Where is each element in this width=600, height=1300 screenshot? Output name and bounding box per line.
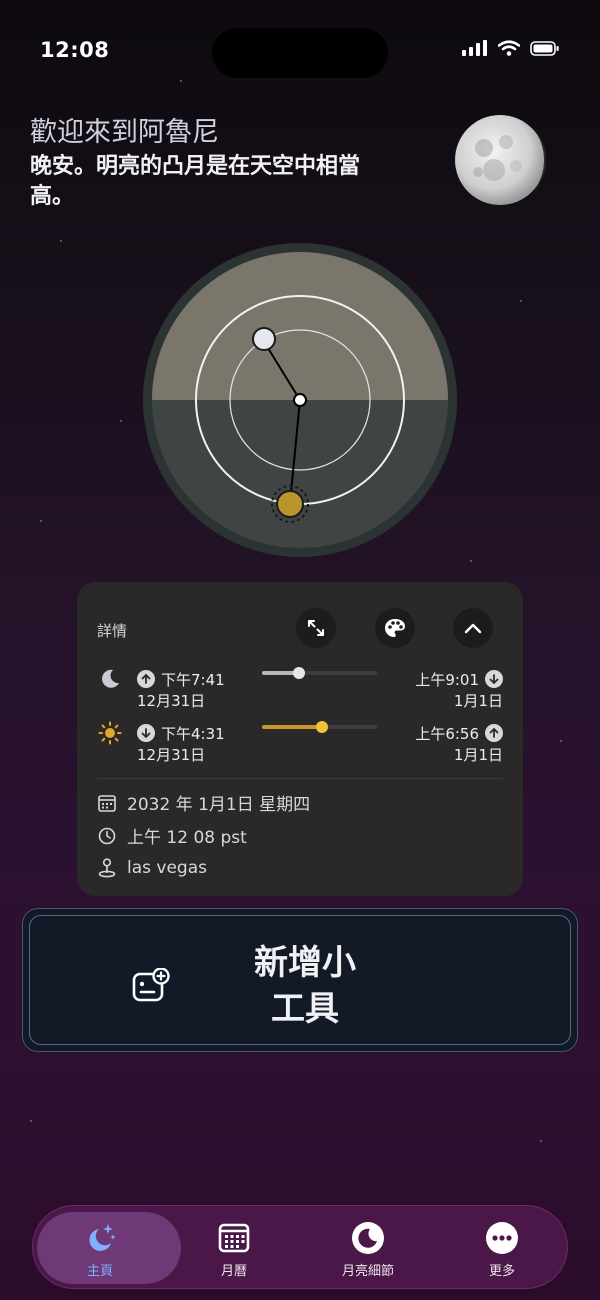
location-row: las vegas	[97, 858, 207, 878]
tab-label: 主頁	[86, 1264, 113, 1279]
sunrise-date: 1月1日	[453, 746, 503, 764]
sunset-time: 下午4:31	[161, 725, 225, 743]
tab-home[interactable]: 主頁	[33, 1206, 181, 1290]
add-widget-label: 新增小工具	[254, 943, 356, 1029]
sun-progress-fill	[262, 725, 322, 729]
status-time: 12:08	[40, 38, 110, 62]
moon-stars-icon	[83, 1221, 117, 1255]
add-widget-inner: 新增小工具	[29, 915, 571, 1045]
tab-label: 更多	[488, 1264, 515, 1279]
moon-position-marker	[252, 327, 276, 351]
location-pin-icon	[97, 858, 117, 878]
moonrise-date: 12月31日	[137, 692, 206, 710]
moon-progress-track	[262, 667, 377, 679]
details-card: 詳情 下午7:41 12月31日 上午9:01 1月1日 下午4:31 12月3…	[77, 582, 523, 896]
moon-phase-image[interactable]	[454, 114, 546, 206]
arrow-up-icon	[485, 724, 503, 742]
tab-moon-detail[interactable]: 月亮細節	[301, 1206, 435, 1290]
palette-icon	[385, 619, 405, 637]
moonset-time: 上午9:01	[415, 671, 479, 689]
dynamic-island	[212, 28, 388, 78]
sun-progress-track	[262, 721, 377, 733]
tab-bar: 主頁 月曆 月亮細節 更多	[32, 1205, 568, 1289]
theme-button[interactable]	[375, 608, 415, 648]
arrow-down-icon	[485, 670, 503, 688]
sunset-date: 12月31日	[137, 746, 206, 764]
add-widget-icon	[132, 968, 170, 1002]
wifi-icon	[498, 40, 520, 56]
expand-icon	[308, 620, 324, 636]
moon-progress-knob	[292, 667, 305, 679]
details-title: 詳情	[97, 622, 128, 640]
arrow-up-icon	[137, 670, 155, 688]
current-date: 2032 年 1月1日 星期四	[127, 795, 311, 815]
clock-icon	[97, 826, 117, 846]
add-widget-button[interactable]: 新增小工具	[22, 908, 578, 1052]
sun-progress-knob	[315, 721, 328, 733]
collapse-button[interactable]	[453, 608, 493, 648]
page-title: 歡迎來到阿魯尼	[30, 117, 219, 148]
date-row: 2032 年 1月1日 星期四	[97, 790, 310, 815]
signal-icon	[462, 40, 487, 56]
current-time: 上午 12 08 pst	[127, 828, 247, 848]
moon-icon	[97, 666, 123, 692]
expand-button[interactable]	[296, 608, 336, 648]
more-icon	[485, 1221, 519, 1255]
calendar-icon	[217, 1221, 251, 1255]
battery-icon	[530, 40, 559, 56]
sky-dial	[143, 243, 457, 557]
moon-detail-icon	[351, 1221, 385, 1255]
moonrise-time: 下午7:41	[161, 671, 225, 689]
calendar-icon	[97, 793, 117, 813]
divider	[97, 778, 503, 779]
status-icons	[462, 40, 560, 56]
time-row: 上午 12 08 pst	[97, 823, 247, 848]
moon-summary: 晚安。明亮的凸月是在天空中相當高。	[30, 154, 361, 209]
sunrise-time: 上午6:56	[415, 725, 479, 743]
tab-more[interactable]: 更多	[435, 1206, 569, 1290]
chevron-up-icon	[464, 623, 482, 634]
current-location: las vegas	[127, 858, 207, 878]
tab-label: 月曆	[220, 1264, 247, 1279]
arrow-down-icon	[137, 724, 155, 742]
sun-icon	[97, 720, 123, 746]
moonset-date: 1月1日	[453, 692, 503, 710]
tab-label: 月亮細節	[341, 1264, 394, 1279]
tab-calendar[interactable]: 月曆	[167, 1206, 301, 1290]
